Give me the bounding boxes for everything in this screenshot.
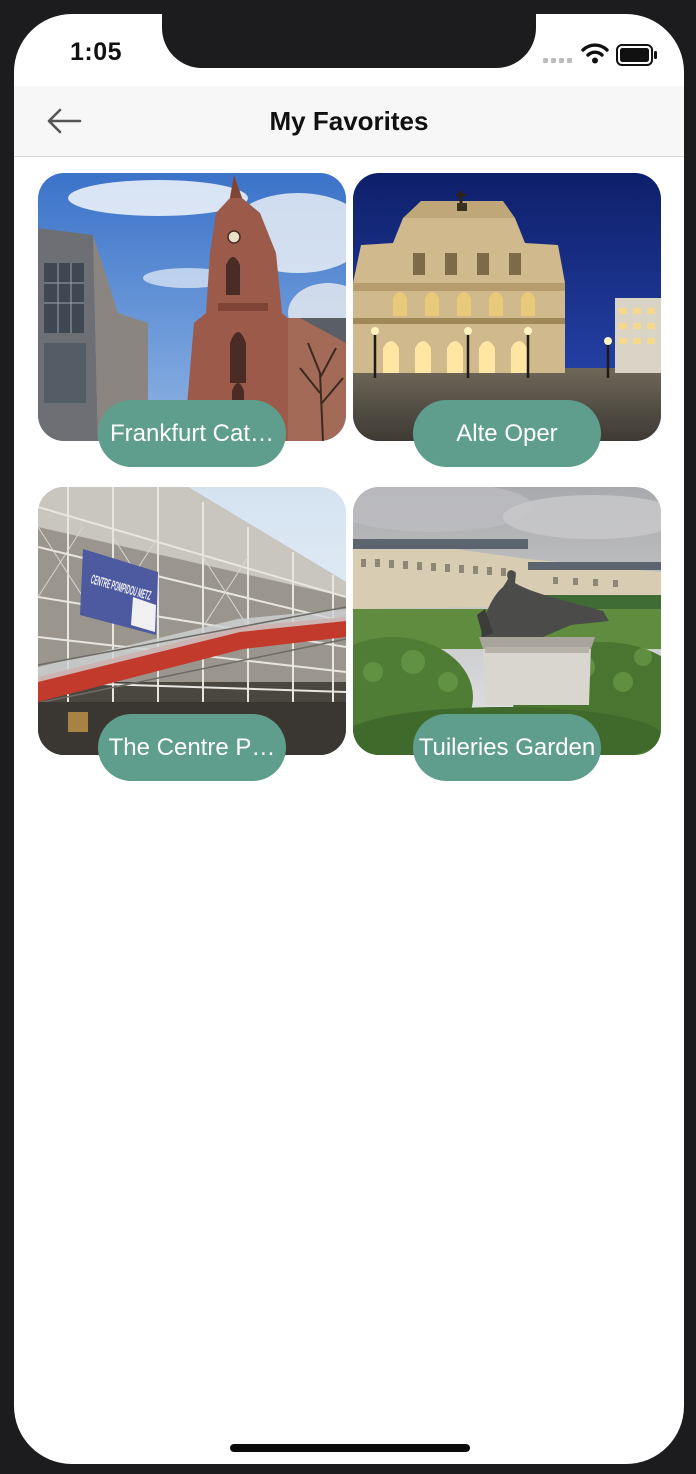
navigation-bar: My Favorites <box>14 86 684 157</box>
cellular-signal-icon <box>543 58 572 63</box>
favorite-label: Alte Oper <box>456 419 558 447</box>
phone-screen: 1:05 My Favorites Frankfurt Cat… Alte Op… <box>14 14 684 1464</box>
favorite-label-pill[interactable]: Frankfurt Cat… <box>98 400 286 467</box>
favorite-label: Frankfurt Cat… <box>109 419 275 447</box>
wifi-icon <box>581 43 609 64</box>
favorite-label: The Centre P… <box>108 733 276 761</box>
favorite-label-pill[interactable]: The Centre P… <box>98 714 286 781</box>
favorite-label-pill[interactable]: Tuileries Garden <box>413 714 601 781</box>
favorite-label: Tuileries Garden <box>418 733 596 761</box>
device-notch <box>162 14 536 68</box>
status-time: 1:05 <box>70 38 123 66</box>
favorite-label-pill[interactable]: Alte Oper <box>413 400 601 467</box>
page-title: My Favorites <box>269 106 429 136</box>
battery-icon <box>616 44 657 66</box>
home-indicator[interactable] <box>230 1444 470 1452</box>
